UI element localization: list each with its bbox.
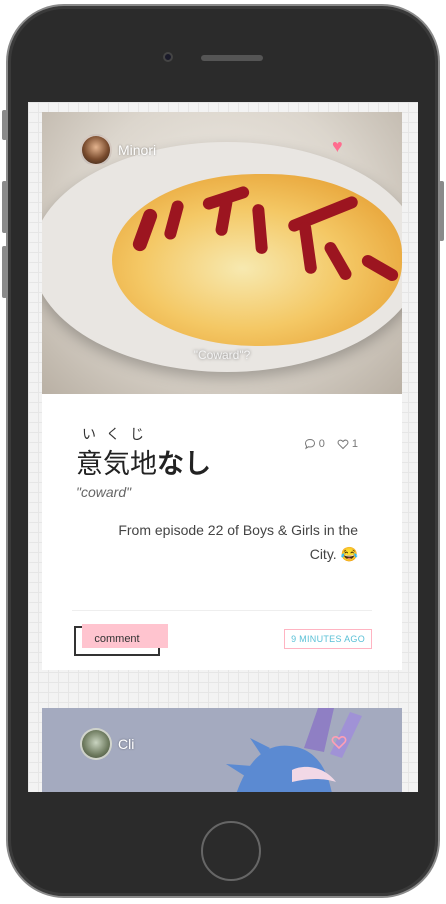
photo-caption: "Coward"? — [193, 348, 251, 362]
author-name[interactable]: Minori — [118, 142, 156, 158]
power-button — [439, 181, 444, 241]
avatar[interactable] — [80, 728, 112, 760]
timestamp-badge: 9 MINUTES AGO — [284, 629, 372, 649]
post-author[interactable]: Minori — [80, 134, 156, 166]
silent-switch — [2, 110, 7, 140]
post-author[interactable]: Cli — [80, 728, 134, 760]
volume-up-button — [2, 181, 7, 233]
comment-count: 0 — [318, 438, 325, 450]
heart-icon[interactable] — [330, 734, 348, 750]
comment-button-label: comment — [94, 633, 140, 645]
speech-bubble-icon — [304, 438, 315, 450]
vocab-word: 意気地なし — [76, 442, 211, 481]
omelette-shape — [112, 174, 402, 346]
furigana-reading: いくじ — [82, 426, 154, 442]
divider — [72, 610, 372, 611]
author-name[interactable]: Cli — [118, 736, 134, 752]
heart-icon[interactable]: ♥ — [332, 136, 343, 157]
home-button[interactable] — [201, 821, 261, 881]
app-screen: Minori ♥ "Coward"? いくじ 意気地なし "coward" 0 … — [28, 102, 418, 792]
avatar[interactable] — [80, 134, 112, 166]
word-kana: なし — [157, 449, 211, 479]
comment-stat[interactable]: 0 — [304, 438, 325, 450]
speaker-grille — [201, 55, 263, 61]
word-translation: "coward" — [76, 484, 132, 500]
comment-button[interactable]: comment — [74, 624, 168, 656]
post-description: From episode 22 of Boys & Girls in the C… — [118, 522, 358, 562]
heart-outline-icon — [337, 439, 349, 450]
like-count: 1 — [351, 438, 358, 450]
post-photo[interactable] — [212, 708, 372, 792]
post-stats: 0 1 — [304, 438, 358, 450]
post-card: Cli — [42, 708, 402, 792]
word-kanji: 意気地 — [76, 449, 157, 479]
front-camera — [163, 52, 173, 62]
post-photo[interactable]: Minori ♥ "Coward"? — [42, 112, 402, 394]
like-stat[interactable]: 1 — [337, 438, 358, 450]
volume-down-button — [2, 246, 7, 298]
post-card: Minori ♥ "Coward"? いくじ 意気地なし "coward" 0 … — [42, 112, 402, 670]
